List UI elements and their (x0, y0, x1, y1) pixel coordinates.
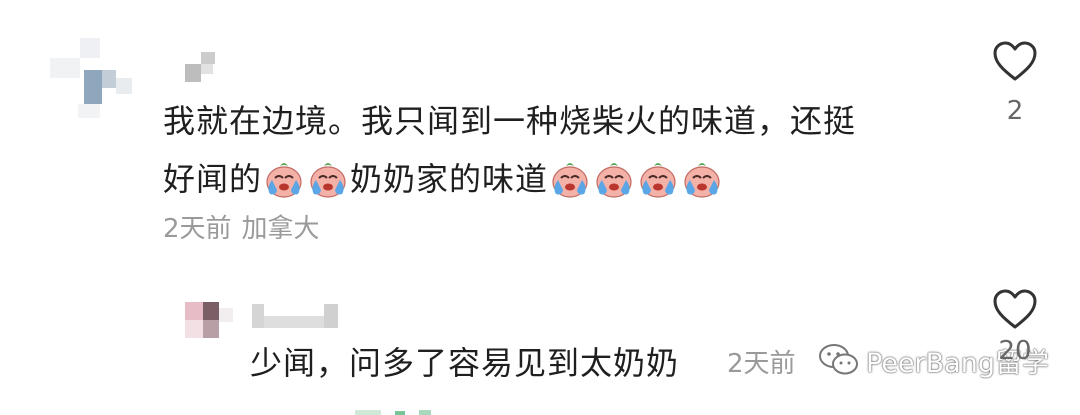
comment-line-2: 好闻的 奶奶家的味道 (163, 150, 953, 208)
reply-like-count: 20 (998, 336, 1032, 366)
comment-line-1: 我就在边境。我只闻到一种烧柴火的味道，还挺 (163, 92, 953, 150)
username[interactable] (185, 52, 225, 84)
heart-icon[interactable] (992, 288, 1038, 330)
comment-line-2-text-b: 奶奶家的味道 (350, 160, 549, 198)
crying-face-emoji (596, 163, 632, 198)
comment-location: 加拿大 (241, 214, 320, 244)
comment-time: 2天前 (163, 214, 232, 244)
comment-line-1-text: 我就在边境。我只闻到一种烧柴火的味道，还挺 (163, 102, 857, 140)
reply-like[interactable]: 20 (990, 288, 1040, 366)
next-comment-partial (355, 408, 445, 415)
wechat-icon (819, 344, 858, 375)
comment-like-count: 2 (1006, 96, 1024, 126)
comment-text: 我就在边境。我只闻到一种烧柴火的味道，还挺 好闻的 奶奶家的味道 (163, 92, 953, 208)
comment-line-2-text-a: 好闻的 (163, 160, 263, 198)
crying-face-emoji (266, 163, 302, 198)
crying-face-emoji (552, 163, 588, 198)
comment-meta: 2天前 加拿大 (163, 208, 330, 245)
reply-avatar[interactable] (185, 302, 235, 340)
reply-username[interactable] (252, 304, 338, 330)
reply-time: 2天前 (727, 349, 796, 379)
crying-face-emoji (310, 163, 346, 198)
crying-face-emoji (684, 163, 720, 198)
crying-face-emoji (640, 163, 676, 198)
heart-icon[interactable] (992, 40, 1038, 82)
avatar[interactable] (50, 38, 132, 118)
comment-like[interactable]: 2 (990, 40, 1040, 126)
reply-text: 少闻，问多了容易见到太奶奶 (250, 344, 680, 382)
